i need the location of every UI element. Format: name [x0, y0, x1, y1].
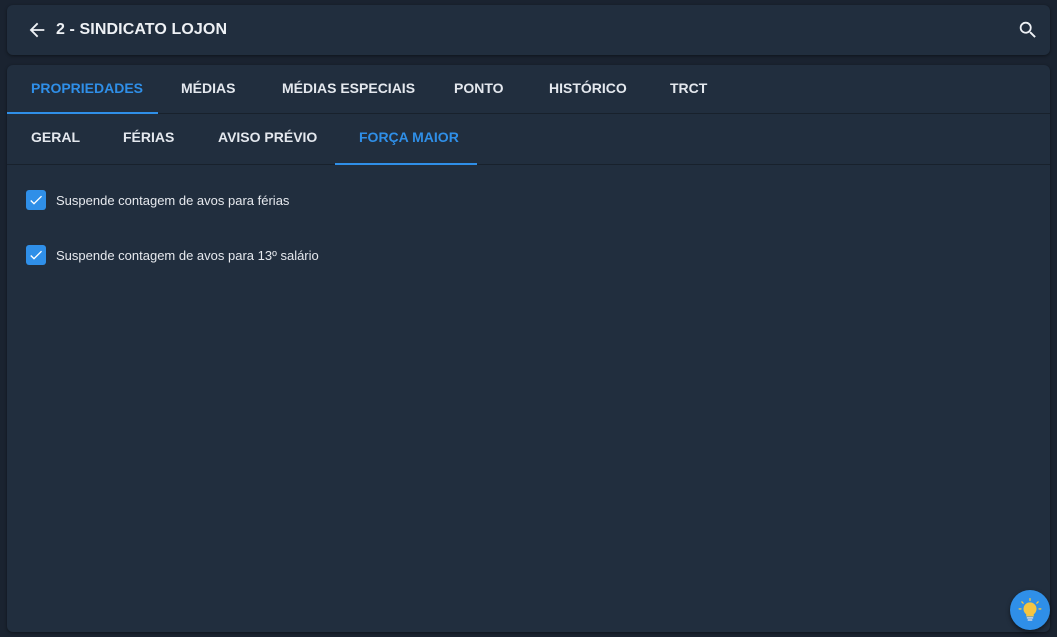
subtab-geral[interactable]: GERAL — [31, 114, 80, 164]
main-tabs: PROPRIEDADES MÉDIAS MÉDIAS ESPECIAIS PON… — [7, 65, 1050, 114]
top-app-bar: 2 - SINDICATO LOJON — [7, 5, 1050, 55]
arrow-left-icon — [29, 22, 45, 38]
check-icon — [30, 250, 42, 260]
tab-propriedades[interactable]: PROPRIEDADES — [31, 65, 143, 113]
subtab-aviso-previo[interactable]: AVISO PRÉVIO — [218, 114, 317, 164]
option-suspende-ferias[interactable]: Suspende contagem de avos para férias — [26, 190, 289, 210]
sub-tabs: GERAL FÉRIAS AVISO PRÉVIO FORÇA MAIOR — [7, 114, 1050, 165]
active-subtab-indicator — [335, 163, 477, 165]
search-button[interactable] — [1014, 16, 1042, 44]
tips-button[interactable] — [1010, 590, 1050, 630]
tab-historico[interactable]: HISTÓRICO — [549, 65, 627, 113]
option-suspende-13-salario[interactable]: Suspende contagem de avos para 13º salár… — [26, 245, 319, 265]
tab-medias-especiais[interactable]: MÉDIAS ESPECIAIS — [282, 65, 415, 113]
checkbox-suspende-13-salario[interactable] — [26, 245, 46, 265]
option-label: Suspende contagem de avos para férias — [56, 192, 290, 208]
subtab-forca-maior[interactable]: FORÇA MAIOR — [359, 114, 459, 164]
checkbox-suspende-ferias[interactable] — [26, 190, 46, 210]
tab-trct[interactable]: TRCT — [670, 65, 707, 113]
tab-medias[interactable]: MÉDIAS — [181, 65, 235, 113]
back-button[interactable] — [23, 16, 51, 44]
option-label: Suspende contagem de avos para 13º salár… — [56, 247, 319, 263]
page-title: 2 - SINDICATO LOJON — [56, 21, 228, 38]
check-icon — [30, 195, 42, 205]
subtab-ferias[interactable]: FÉRIAS — [123, 114, 174, 164]
tab-ponto[interactable]: PONTO — [454, 65, 504, 113]
lightbulb-icon — [1018, 597, 1042, 621]
search-icon — [1019, 21, 1036, 38]
content-panel: PROPRIEDADES MÉDIAS MÉDIAS ESPECIAIS PON… — [7, 65, 1050, 632]
